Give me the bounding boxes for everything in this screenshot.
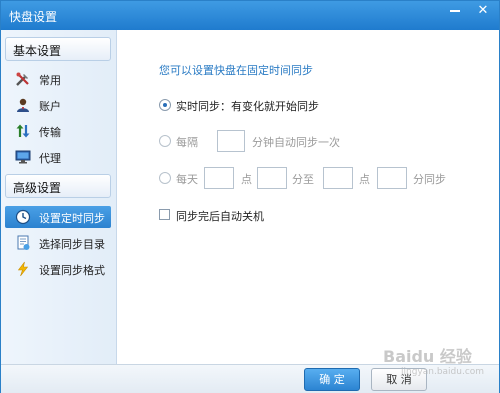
close-button[interactable]: ✕ — [469, 1, 497, 23]
minimize-button[interactable] — [441, 1, 469, 23]
daily-sync-radio[interactable] — [159, 172, 171, 184]
ok-button[interactable]: 确 定 — [304, 368, 360, 391]
sidebar-item-label: 选择同步目录 — [39, 238, 105, 251]
close-icon: ✕ — [477, 3, 489, 18]
daily-to-label: 分至 — [292, 173, 314, 186]
auto-shutdown-label: 同步完后自动关机 — [176, 210, 264, 223]
daily-prefix-label: 每天 — [176, 173, 198, 186]
daily-point-label-1: 点 — [241, 173, 252, 186]
section-header-basic: 基本设置 — [5, 37, 111, 61]
sidebar-item-label: 常用 — [39, 74, 61, 87]
daily-start-minute-input[interactable] — [257, 167, 287, 189]
realtime-sync-label: 实时同步：有变化就开始同步 — [176, 100, 319, 113]
transfer-arrows-icon — [16, 124, 30, 138]
daily-suffix-label: 分同步 — [413, 173, 446, 186]
sidebar-item-label: 设置同步格式 — [39, 264, 105, 277]
daily-point-label-2: 点 — [359, 173, 370, 186]
sidebar-item-general[interactable]: 常用 — [5, 68, 111, 90]
watermark-line-1: Baidu 经验 — [383, 347, 472, 366]
window-title: 快盘设置 — [9, 10, 58, 24]
daily-end-hour-input[interactable] — [323, 167, 353, 189]
sidebar-item-label: 代理 — [39, 152, 61, 165]
sidebar-item-transfer[interactable]: 传输 — [5, 120, 111, 142]
sidebar-item-sync-format[interactable]: 设置同步格式 — [5, 258, 111, 280]
monitor-icon — [15, 150, 31, 164]
folder-document-icon — [17, 235, 30, 250]
sidebar-item-label: 传输 — [39, 126, 61, 139]
minimize-icon — [450, 9, 460, 12]
daily-sync-option: 每天 点 分至 点 分同步 — [159, 167, 499, 191]
sidebar-item-scheduled-sync[interactable]: 设置定时同步 — [5, 206, 111, 228]
interval-minutes-input[interactable] — [217, 130, 245, 152]
baidu-watermark: Baidu 经验 jingyan.baidu.com — [383, 343, 499, 389]
sidebar-item-label: 账户 — [39, 100, 61, 113]
settings-window: 快盘设置 ✕ 基本设置 常用 账户 传输 代理 高级设置 设置定时同步 选择同步… — [0, 0, 500, 393]
watermark-line-2: jingyan.baidu.com — [401, 367, 485, 377]
interval-suffix-label: 分钟自动同步一次 — [252, 136, 340, 149]
interval-sync-radio[interactable] — [159, 135, 171, 147]
clock-icon — [15, 209, 31, 225]
daily-start-hour-input[interactable] — [204, 167, 234, 189]
title-bar: 快盘设置 ✕ — [1, 1, 499, 30]
sidebar-item-proxy[interactable]: 代理 — [5, 146, 111, 168]
interval-prefix-label: 每隔 — [176, 136, 198, 149]
auto-shutdown-checkbox[interactable] — [159, 209, 170, 220]
content-panel: 您可以设置快盘在固定时间同步 实时同步：有变化就开始同步 每隔 分钟自动同步一次… — [118, 30, 499, 364]
sidebar-item-label: 设置定时同步 — [39, 212, 105, 225]
realtime-sync-radio[interactable] — [159, 99, 171, 111]
sidebar-item-sync-folder[interactable]: 选择同步目录 — [5, 232, 111, 254]
sidebar-item-account[interactable]: 账户 — [5, 94, 111, 116]
daily-end-minute-input[interactable] — [377, 167, 407, 189]
section-header-advanced: 高级设置 — [5, 174, 111, 198]
interval-sync-option: 每隔 分钟自动同步一次 — [159, 130, 479, 154]
auto-shutdown-option[interactable]: 同步完后自动关机 — [159, 204, 359, 228]
lightning-icon — [17, 261, 29, 277]
user-icon — [17, 98, 29, 112]
content-heading: 您可以设置快盘在固定时间同步 — [159, 64, 313, 77]
sidebar: 基本设置 常用 账户 传输 代理 高级设置 设置定时同步 选择同步目录 设置同步… — [1, 30, 117, 364]
tools-icon — [16, 72, 29, 86]
realtime-sync-option[interactable]: 实时同步：有变化就开始同步 — [159, 94, 479, 118]
